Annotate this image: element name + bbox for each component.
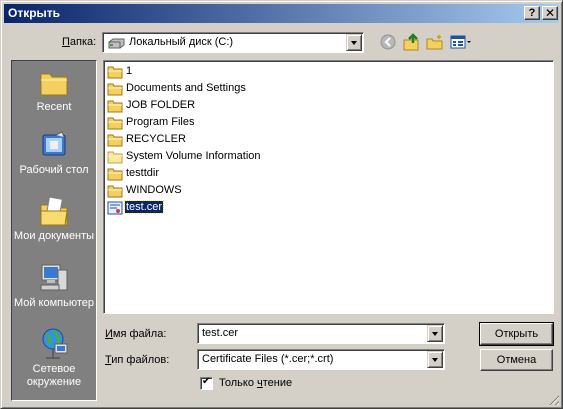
readonly-label[interactable]: Только чтение (219, 377, 292, 389)
filetype-dropdown[interactable] (427, 351, 443, 368)
folder-combo[interactable]: Локальный диск (C:) (102, 32, 364, 53)
filetype-combo[interactable]: Certificate Files (*.cer;*.crt) (197, 349, 445, 370)
folder-icon (107, 151, 123, 164)
view-menu-icon[interactable] (449, 33, 473, 51)
filename-label: Имя файла: (105, 328, 167, 340)
title-bar[interactable]: Открыть ? ✕ (4, 4, 559, 23)
resize-grip[interactable] (547, 393, 559, 405)
place-my-computer[interactable]: Мой компьютер (12, 262, 96, 310)
folder-icon (107, 83, 123, 96)
filetype-label: Тип файлов: (105, 354, 170, 366)
folder-icon (107, 66, 123, 79)
back-icon[interactable] (379, 33, 399, 51)
folder-icon (107, 185, 123, 198)
place-network[interactable]: Сетевое окружение (12, 326, 96, 389)
place-recent[interactable]: Recent (12, 68, 96, 114)
desktop-icon (42, 131, 66, 156)
place-my-documents[interactable]: Мои документы (12, 195, 96, 243)
folder-icon (107, 168, 123, 181)
recent-icon (40, 73, 68, 96)
new-folder-icon[interactable] (425, 33, 445, 51)
file-list[interactable]: 1 Documents and Settings JOB FOLDER Prog… (103, 60, 554, 314)
open-button[interactable]: Открыть (479, 322, 554, 346)
folder-combo-value: Локальный диск (C:) (129, 36, 234, 48)
up-folder-icon[interactable] (402, 33, 422, 51)
dialog-title: Открыть (8, 6, 61, 20)
folder-combo-dropdown[interactable] (346, 34, 362, 51)
my-computer-icon (40, 264, 68, 291)
folder-label: Папка: (62, 36, 97, 48)
close-button[interactable]: ✕ (542, 6, 558, 20)
help-button[interactable]: ? (524, 6, 540, 20)
folder-icon (107, 117, 123, 130)
open-dialog: Открыть ? ✕ Папка: Локальный диск (C:) R… (0, 0, 563, 409)
drive-icon (108, 38, 125, 49)
filename-combo[interactable]: test.cer (197, 323, 445, 344)
folder-icon (107, 100, 123, 113)
places-bar: Recent Рабочий стол Мои документы Мой ко… (11, 60, 97, 401)
filename-dropdown[interactable] (427, 325, 443, 342)
cancel-button[interactable]: Отмена (480, 349, 553, 371)
my-documents-icon (40, 196, 68, 226)
filename-input[interactable]: test.cer (202, 327, 238, 339)
filetype-value: Certificate Files (*.cer;*.crt) (202, 353, 334, 365)
network-icon (42, 328, 68, 359)
folder-icon (107, 134, 123, 147)
certificate-icon (107, 201, 123, 215)
readonly-checkbox[interactable] (200, 376, 213, 390)
place-desktop[interactable]: Рабочий стол (12, 131, 96, 177)
